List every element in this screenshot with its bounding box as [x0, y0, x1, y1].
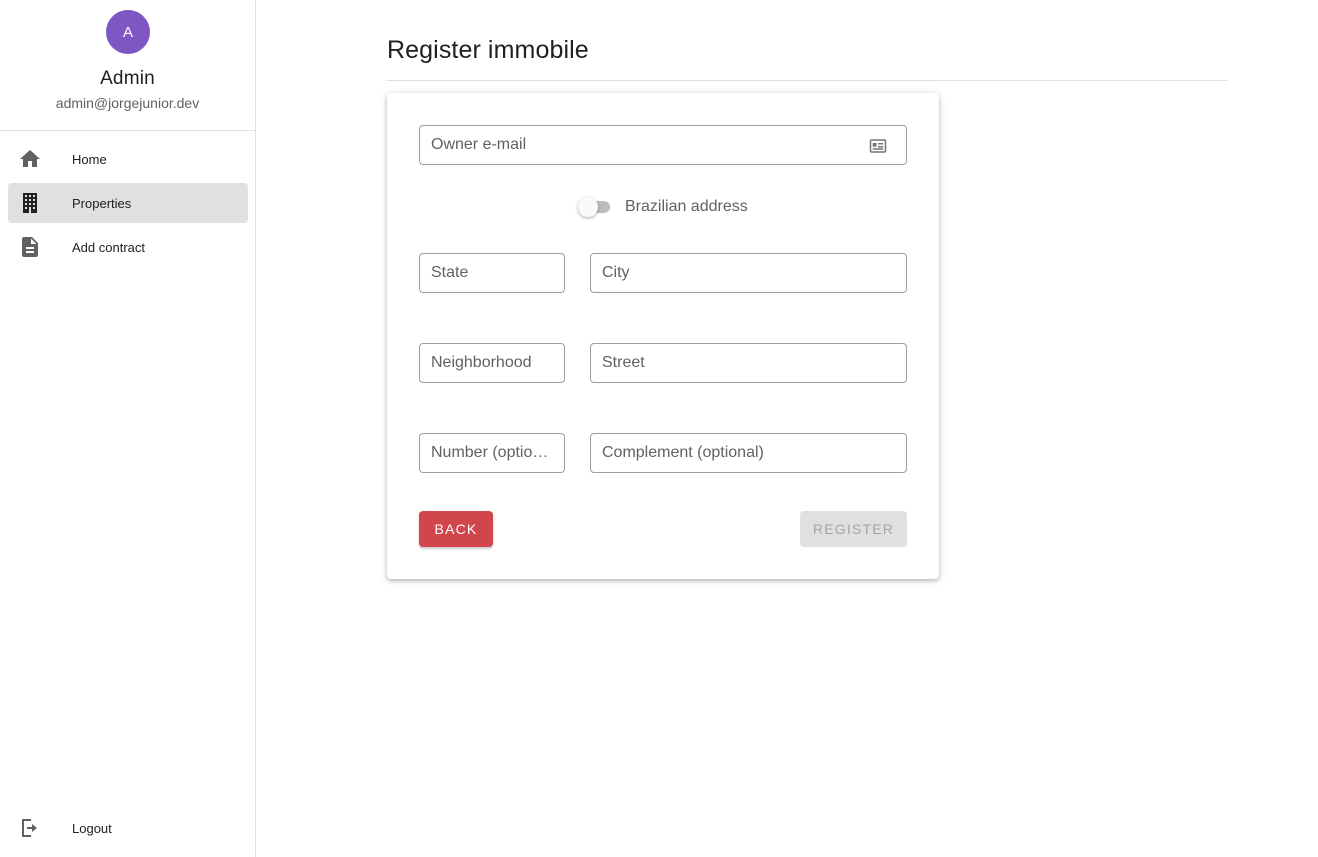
owner-email-field	[419, 125, 907, 165]
logout-button[interactable]: Logout	[8, 808, 248, 848]
contact-card-icon[interactable]	[869, 137, 887, 155]
complement-input[interactable]	[591, 434, 906, 472]
register-button[interactable]: REGISTER	[800, 511, 907, 547]
toggle-thumb	[578, 197, 598, 217]
profile-name: Admin	[100, 68, 155, 89]
brazilian-address-toggle[interactable]	[578, 197, 618, 217]
logout-icon	[22, 819, 37, 837]
street-field	[590, 343, 907, 383]
sidebar: A Admin admin@jorgejunior.dev Home Prope…	[0, 0, 256, 857]
sidebar-item-label: Home	[72, 151, 107, 167]
sidebar-item-add-contract[interactable]: Add contract	[8, 227, 248, 267]
city-field	[590, 253, 907, 293]
number-field	[419, 433, 565, 473]
back-button[interactable]: BACK	[419, 511, 493, 547]
avatar-initial: A	[122, 23, 133, 41]
sidebar-item-label: Properties	[72, 195, 132, 211]
logout-label: Logout	[72, 820, 112, 836]
neighborhood-field	[419, 343, 565, 383]
sidebar-item-home[interactable]: Home	[8, 139, 248, 179]
sidebar-item-label: Add contract	[72, 239, 145, 255]
brazilian-address-label: Brazilian address	[625, 198, 748, 215]
register-form-card: Brazilian address BACK REGISTER	[387, 93, 939, 579]
document-icon	[22, 237, 38, 257]
profile-section: A Admin admin@jorgejunior.dev	[0, 0, 255, 131]
avatar: A	[106, 10, 150, 54]
home-icon	[20, 150, 40, 167]
state-field	[419, 253, 565, 293]
city-input[interactable]	[591, 254, 906, 292]
page-title: Register immobile	[387, 36, 589, 64]
neighborhood-input[interactable]	[420, 344, 564, 382]
sidebar-item-properties[interactable]: Properties	[8, 183, 248, 223]
number-input[interactable]	[420, 434, 564, 472]
building-icon	[23, 193, 37, 213]
profile-email: admin@jorgejunior.dev	[55, 95, 200, 111]
street-input[interactable]	[591, 344, 906, 382]
complement-field	[590, 433, 907, 473]
title-divider	[387, 80, 1228, 81]
owner-email-input[interactable]	[420, 126, 906, 164]
state-input[interactable]	[420, 254, 564, 292]
